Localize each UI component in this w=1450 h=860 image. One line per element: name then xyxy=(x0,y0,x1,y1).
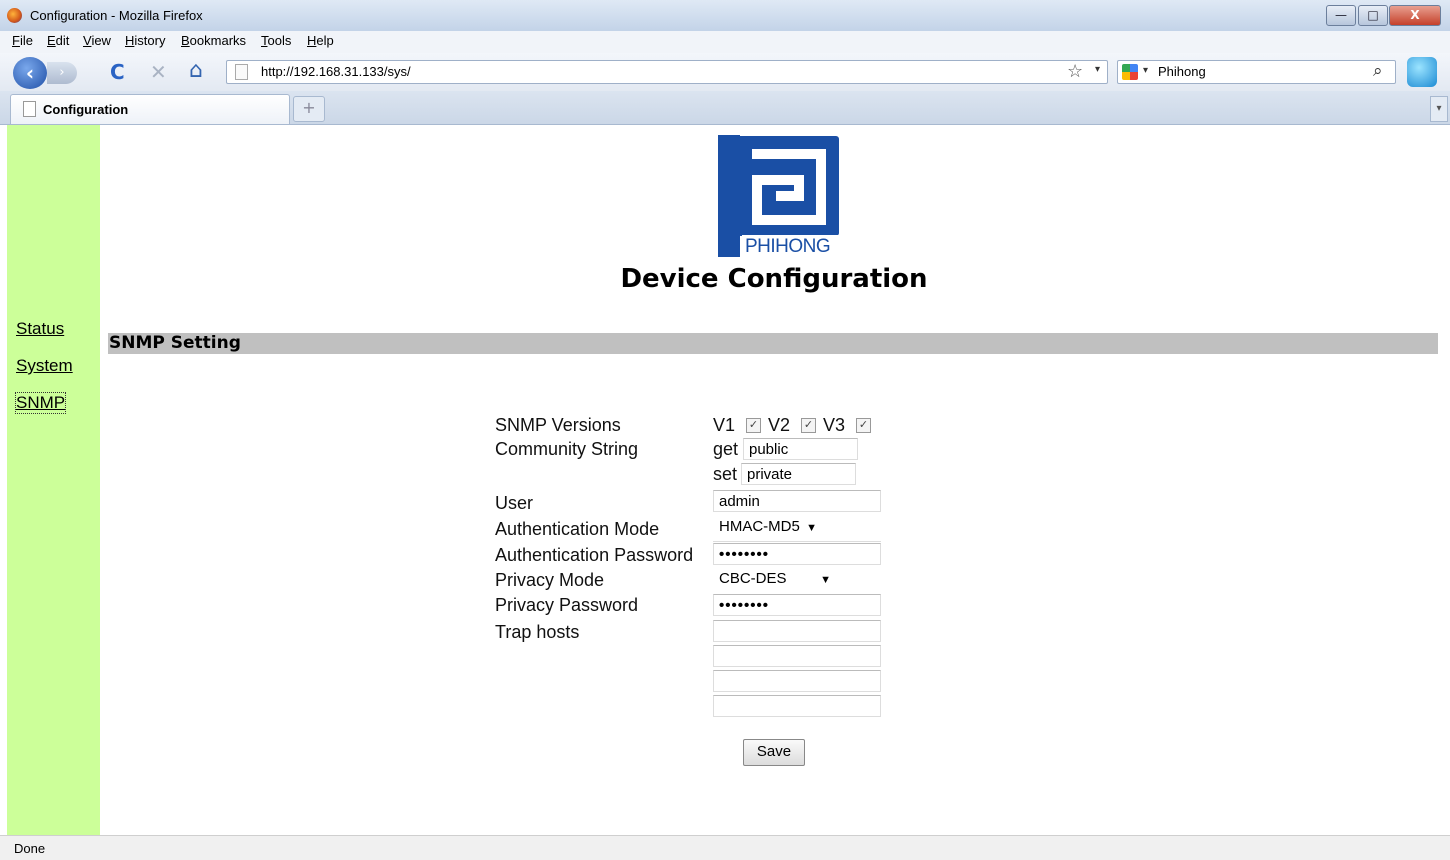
menu-history[interactable]: History xyxy=(125,33,165,48)
maximize-button[interactable]: □ xyxy=(1358,5,1388,26)
tab-list-button[interactable]: ▾ xyxy=(1430,96,1448,122)
menu-edit[interactable]: Edit xyxy=(47,33,69,48)
menu-bookmarks[interactable]: Bookmarks xyxy=(181,33,246,48)
sidebar-item-status[interactable]: Status xyxy=(16,319,64,339)
tab-page-icon xyxy=(23,101,36,117)
firefox-icon xyxy=(7,8,22,23)
get-label: get xyxy=(713,439,739,459)
logo-text: PHIHONG xyxy=(745,236,831,257)
version-v1-checkbox[interactable]: ✓ xyxy=(746,418,761,433)
auth-mode-label: Authentication Mode xyxy=(495,519,660,539)
search-icon[interactable]: ⌕ xyxy=(1373,61,1383,81)
minimize-button[interactable]: — xyxy=(1326,5,1356,26)
auth-password-label: Authentication Password xyxy=(495,545,694,565)
home-icon[interactable]: ⌂ xyxy=(189,60,203,82)
menu-file[interactable]: File xyxy=(12,33,33,48)
search-input[interactable]: Phihong xyxy=(1158,64,1206,79)
sidebar-item-snmp[interactable]: SNMP xyxy=(14,392,67,414)
section-header-bar xyxy=(108,333,1438,354)
phihong-logo: PHIHONG xyxy=(718,135,842,263)
auth-mode-select[interactable]: HMAC-MD5 ▼ xyxy=(713,516,823,540)
search-engine-icon[interactable] xyxy=(1122,64,1138,80)
trap-host-input-1[interactable] xyxy=(713,620,881,642)
skype-icon[interactable] xyxy=(1407,57,1437,87)
new-tab-button[interactable]: + xyxy=(293,96,325,122)
status-text: Done xyxy=(14,841,46,856)
window-title-bar: Configuration - Mozilla Firefox — □ X xyxy=(0,0,1450,32)
menu-tools[interactable]: Tools xyxy=(261,33,291,48)
user-input[interactable]: admin xyxy=(713,490,881,512)
user-label: User xyxy=(495,493,534,513)
forward-button[interactable]: › xyxy=(47,62,77,84)
menu-view[interactable]: View xyxy=(83,33,111,48)
trap-host-input-4[interactable] xyxy=(713,695,881,717)
trap-host-input-3[interactable] xyxy=(713,670,881,692)
privacy-mode-select[interactable]: CBC-DES ▼ xyxy=(713,568,837,592)
menu-help[interactable]: Help xyxy=(307,33,334,48)
section-title: SNMP Setting xyxy=(109,333,241,353)
save-button[interactable]: Save xyxy=(743,739,805,766)
community-string-label: Community String xyxy=(495,439,639,459)
status-bar: Done xyxy=(0,835,1450,860)
menu-bar: File Edit View History Bookmarks Tools H… xyxy=(0,31,1450,53)
sidebar-item-system[interactable]: System xyxy=(16,356,73,376)
trap-host-input-2[interactable] xyxy=(713,645,881,667)
auth-mode-value: HMAC-MD5 xyxy=(719,518,800,535)
tab-label: Configuration xyxy=(43,102,129,117)
chevron-down-icon: ▼ xyxy=(806,522,817,534)
url-text[interactable]: http://192.168.31.133/sys/ xyxy=(261,64,411,79)
privacy-password-label: Privacy Password xyxy=(495,595,639,615)
chevron-down-icon: ▼ xyxy=(820,574,831,586)
set-label: set xyxy=(713,464,738,484)
get-community-input[interactable]: public xyxy=(743,438,858,460)
close-button[interactable]: X xyxy=(1389,5,1441,26)
version-v2-checkbox[interactable]: ✓ xyxy=(801,418,816,433)
version-v1-label: V1 xyxy=(713,415,736,435)
trap-hosts-label: Trap hosts xyxy=(495,622,580,642)
privacy-mode-label: Privacy Mode xyxy=(495,570,605,590)
version-v3-checkbox[interactable]: ✓ xyxy=(856,418,871,433)
tab-configuration[interactable]: Configuration xyxy=(10,94,290,124)
version-v3-label: V3 xyxy=(823,415,846,435)
back-button[interactable]: ‹ xyxy=(13,57,47,89)
search-bar[interactable]: ▾ Phihong ⌕ xyxy=(1117,60,1396,84)
window-title: Configuration - Mozilla Firefox xyxy=(30,8,203,23)
page-icon xyxy=(235,64,248,80)
snmp-versions-label: SNMP Versions xyxy=(495,415,621,435)
version-v2-label: V2 xyxy=(768,415,791,435)
engine-dropdown-icon[interactable]: ▾ xyxy=(1143,65,1148,76)
address-bar[interactable]: http://192.168.31.133/sys/ ☆ ▾ xyxy=(226,60,1108,84)
reload-icon[interactable]: C xyxy=(110,61,125,83)
auth-password-input[interactable]: •••••••• xyxy=(713,543,881,565)
divider xyxy=(713,541,881,542)
page-title: Device Configuration xyxy=(620,264,928,294)
set-community-input[interactable]: private xyxy=(741,463,856,485)
privacy-mode-value: CBC-DES xyxy=(719,570,787,587)
bookmark-star-icon[interactable]: ☆ xyxy=(1067,61,1083,82)
privacy-password-input[interactable]: •••••••• xyxy=(713,594,881,616)
chevron-down-icon[interactable]: ▾ xyxy=(1095,64,1100,75)
stop-icon[interactable]: ✕ xyxy=(150,61,167,83)
sidebar: Status System SNMP xyxy=(7,125,100,835)
